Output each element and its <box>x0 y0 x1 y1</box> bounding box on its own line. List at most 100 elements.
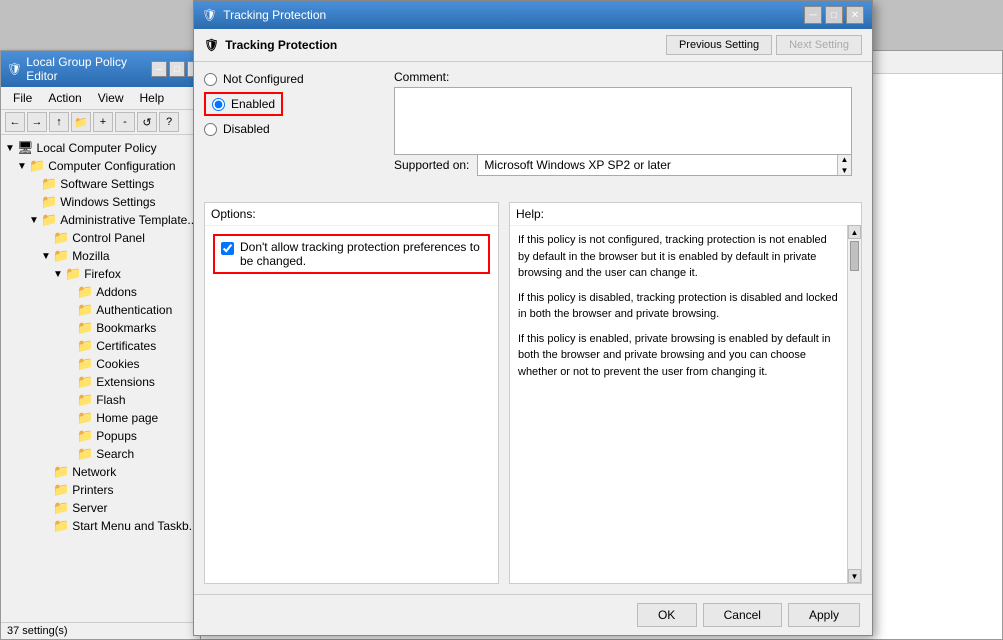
tree-addons[interactable]: 📁 Addons <box>1 283 209 301</box>
menu-view[interactable]: View <box>90 89 132 107</box>
tracking-protection-checkbox[interactable] <box>221 242 234 255</box>
apply-button[interactable]: Apply <box>788 603 860 627</box>
folder-icon: 📁 <box>41 212 57 228</box>
tree-item-label: Administrative Template... <box>60 213 197 227</box>
enabled-radio[interactable] <box>212 98 225 111</box>
tree-flash[interactable]: 📁 Flash <box>1 391 209 409</box>
folder-icon: 📁 <box>77 356 93 372</box>
dialog-subheader-left: 🛡 Tracking Protection <box>204 38 337 52</box>
tree-item-label: Home page <box>96 411 158 425</box>
tree-bookmarks[interactable]: 📁 Bookmarks <box>1 319 209 337</box>
dialog-subheader: 🛡 Tracking Protection Previous Setting N… <box>194 29 872 62</box>
dialog-title-left: 🛡 Tracking Protection <box>202 8 326 22</box>
back-btn[interactable]: ← <box>5 112 25 132</box>
forward-btn[interactable]: → <box>27 112 47 132</box>
help-scroll-up[interactable]: ▲ <box>848 225 861 239</box>
folder-icon: 📁 <box>77 428 93 444</box>
menu-file[interactable]: File <box>5 89 40 107</box>
tree-firefox[interactable]: ▼ 📁 Firefox <box>1 265 209 283</box>
tree-control-panel[interactable]: 📁 Control Panel <box>1 229 209 247</box>
lgpe-tree[interactable]: ▼ 🖥 Local Computer Policy ▼ 📁 Computer C… <box>1 135 209 635</box>
tree-item-label: Search <box>96 447 134 461</box>
lgpe-minimize-btn[interactable]: ─ <box>151 61 167 77</box>
tree-network[interactable]: 📁 Network <box>1 463 209 481</box>
options-header: Options: <box>205 203 498 226</box>
help-para-3: If this policy is enabled, private brows… <box>518 331 841 381</box>
arrow-icon: ▼ <box>29 215 41 226</box>
tree-extensions[interactable]: 📁 Extensions <box>1 373 209 391</box>
arrow-icon: ▼ <box>53 269 65 280</box>
refresh-btn[interactable]: ↺ <box>137 112 157 132</box>
tree-item-label: Computer Configuration <box>48 159 175 173</box>
tree-mozilla[interactable]: ▼ 📁 Mozilla <box>1 247 209 265</box>
arrow-icon: ▼ <box>17 161 29 172</box>
not-configured-radio[interactable] <box>204 73 217 86</box>
supported-value: Microsoft Windows XP SP2 or later <box>484 158 671 172</box>
disabled-radio-label[interactable]: Disabled <box>204 122 304 136</box>
not-configured-radio-label[interactable]: Not Configured <box>204 72 304 86</box>
tree-authentication[interactable]: 📁 Authentication <box>1 301 209 319</box>
folder-icon: 📁 <box>53 500 69 516</box>
tree-home-page[interactable]: 📁 Home page <box>1 409 209 427</box>
folder-icon: 📁 <box>77 284 93 300</box>
tree-cookies[interactable]: 📁 Cookies <box>1 355 209 373</box>
expand-btn[interactable]: + <box>93 112 113 132</box>
show-hide-btn[interactable]: 📁 <box>71 112 91 132</box>
folder-icon: 📁 <box>77 392 93 408</box>
folder-icon: 📁 <box>29 158 45 174</box>
help-panel: Help: If this policy is not configured, … <box>509 202 862 584</box>
dialog-titlebar: 🛡 Tracking Protection ─ □ ✕ <box>194 1 872 29</box>
folder-icon: 📁 <box>41 176 57 192</box>
tree-popups[interactable]: 📁 Popups <box>1 427 209 445</box>
supported-box: Microsoft Windows XP SP2 or later ▲ ▼ <box>477 154 852 176</box>
folder-icon: 📁 <box>65 266 81 282</box>
checkbox-row[interactable]: Don't allow tracking protection preferen… <box>213 234 490 274</box>
dialog-minimize-btn[interactable]: ─ <box>804 6 822 24</box>
collapse-btn[interactable]: - <box>115 112 135 132</box>
dialog-close-btn[interactable]: ✕ <box>846 6 864 24</box>
enabled-label: Enabled <box>231 97 275 111</box>
help-para-2: If this policy is disabled, tracking pro… <box>518 290 841 323</box>
tree-printers[interactable]: 📁 Printers <box>1 481 209 499</box>
dialog-footer: OK Cancel Apply <box>194 594 872 635</box>
folder-icon: 📁 <box>41 194 57 210</box>
tree-computer-configuration[interactable]: ▼ 📁 Computer Configuration <box>1 157 209 175</box>
lgpe-maximize-btn[interactable]: □ <box>169 61 185 77</box>
tree-windows-settings[interactable]: 📁 Windows Settings <box>1 193 209 211</box>
dialog-title-text: Tracking Protection <box>223 8 326 22</box>
enabled-radio-label[interactable]: Enabled <box>204 92 283 116</box>
tree-admin-templates[interactable]: ▼ 📁 Administrative Template... <box>1 211 209 229</box>
help-scroll-down[interactable]: ▼ <box>848 569 861 583</box>
menu-help[interactable]: Help <box>132 89 173 107</box>
comment-textarea[interactable] <box>394 87 852 155</box>
tree-item-label: Control Panel <box>72 231 145 245</box>
supported-scrollbar: ▲ ▼ <box>837 155 851 175</box>
dialog-subheader-icon: 🛡 <box>204 38 219 52</box>
disabled-radio[interactable] <box>204 123 217 136</box>
tree-software-settings[interactable]: 📁 Software Settings <box>1 175 209 193</box>
folder-icon: 📁 <box>77 338 93 354</box>
comment-section: Comment: <box>394 70 852 158</box>
folder-icon: 📁 <box>77 320 93 336</box>
help-scroll-thumb[interactable] <box>850 241 859 271</box>
next-setting-btn[interactable]: Next Setting <box>776 35 862 55</box>
help-content[interactable]: If this policy is not configured, tracki… <box>510 226 861 583</box>
scroll-up-arrow[interactable]: ▲ <box>838 155 851 164</box>
up-btn[interactable]: ↑ <box>49 112 69 132</box>
help-btn[interactable]: ? <box>159 112 179 132</box>
ok-button[interactable]: OK <box>637 603 697 627</box>
options-content: Don't allow tracking protection preferen… <box>205 226 498 583</box>
tree-start-menu[interactable]: 📁 Start Menu and Taskb... <box>1 517 209 535</box>
scroll-down-arrow[interactable]: ▼ <box>838 166 851 175</box>
radio-section: Not Configured Enabled Disabled <box>204 72 304 136</box>
tree-local-computer-policy[interactable]: ▼ 🖥 Local Computer Policy <box>1 139 209 157</box>
tree-certificates[interactable]: 📁 Certificates <box>1 337 209 355</box>
tree-server[interactable]: 📁 Server <box>1 499 209 517</box>
tree-item-label: Network <box>72 465 116 479</box>
menu-action[interactable]: Action <box>40 89 89 107</box>
dialog-maximize-btn[interactable]: □ <box>825 6 843 24</box>
folder-icon: 📁 <box>53 230 69 246</box>
tree-search[interactable]: 📁 Search <box>1 445 209 463</box>
cancel-button[interactable]: Cancel <box>703 603 782 627</box>
prev-setting-btn[interactable]: Previous Setting <box>666 35 772 55</box>
